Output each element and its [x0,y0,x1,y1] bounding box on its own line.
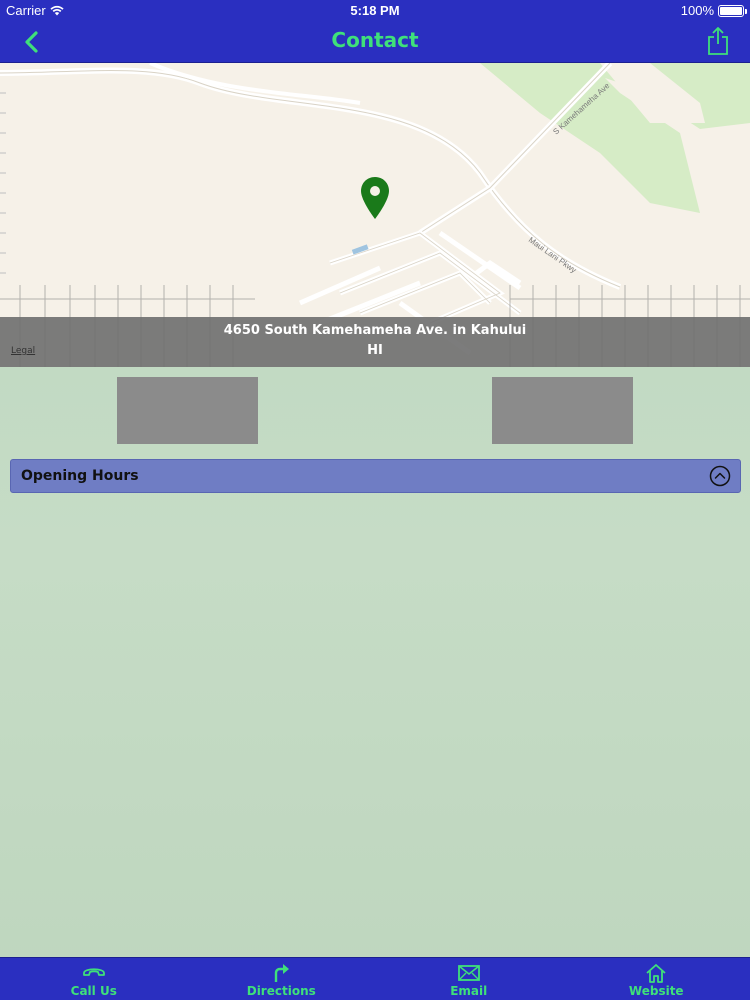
image-placeholder-right[interactable] [492,377,633,444]
tab-label-email: Email [450,984,488,998]
address-overlay: 4650 South Kamehameha Ave. in Kahului HI… [0,317,750,367]
home-icon [646,964,666,983]
battery-percent: 100% [680,3,714,18]
turn-right-arrow-icon [275,964,290,982]
map-pin-icon[interactable] [359,175,391,221]
opening-hours-label: Opening Hours [21,468,139,484]
status-time: 5:18 PM [350,3,400,18]
navigation-bar: Contact [0,20,750,63]
tab-label-directions: Directions [246,984,316,998]
tab-label-call-us: Call Us [70,984,117,998]
tab-label-website: Website [628,984,684,998]
opening-hours-header[interactable]: Opening Hours [10,459,741,493]
image-placeholder-left[interactable] [117,377,258,444]
tab-directions[interactable]: Directions [188,958,376,1000]
status-bar: Carrier 5:18 PM 100% [0,0,750,20]
chevron-up-circle-icon[interactable] [709,465,731,487]
envelope-icon [457,965,480,981]
location-map[interactable]: S Kamehameha Ave Maui Lani Pkwy 4650 Sou… [0,63,750,367]
battery-icon [718,4,747,17]
map-legal-link[interactable]: Legal [11,346,35,356]
page-title: Contact [331,28,419,52]
address-line-1: 4650 South Kamehameha Ave. in Kahului [223,323,527,338]
share-icon[interactable] [706,26,730,56]
tab-call-us[interactable]: Call Us [0,958,188,1000]
tab-email[interactable]: Email [375,958,563,1000]
bottom-tab-bar: Call Us Directions Email Website [0,957,750,1000]
phone-icon [82,968,105,976]
address-line-2: HI [367,343,383,358]
battery-group: 100% [680,3,747,18]
tab-website[interactable]: Website [563,958,750,1000]
